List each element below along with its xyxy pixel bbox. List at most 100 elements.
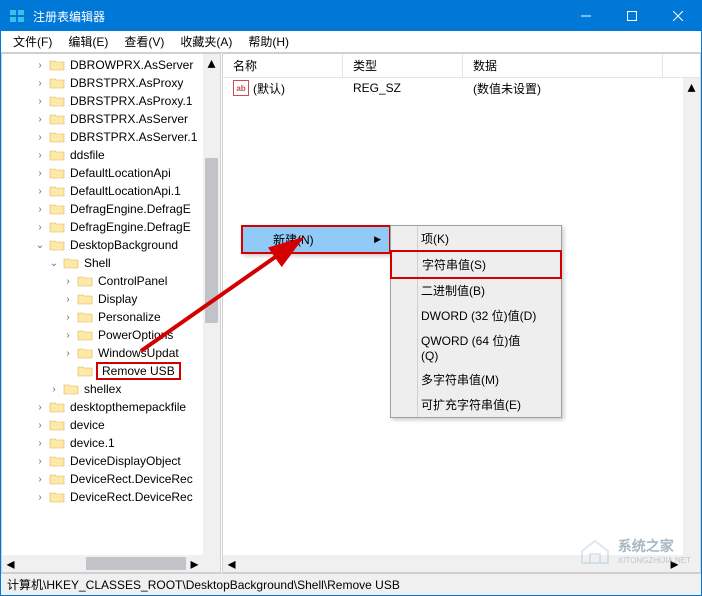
col-name[interactable]: 名称	[223, 53, 343, 78]
tree-item[interactable]: › DBRSTPRX.AsServer.1	[2, 128, 203, 146]
context-menu[interactable]: 新建(N) ▶	[241, 225, 391, 254]
context-submenu-item[interactable]: DWORD (32 位)值(D)	[391, 303, 561, 328]
scroll-up-icon[interactable]: ▴	[203, 54, 220, 71]
tree-item[interactable]: ›DBROWPRX.AsServer	[2, 56, 203, 74]
tree-item[interactable]: ›DefaultLocationApi.1	[2, 182, 203, 200]
folder-icon	[49, 472, 65, 486]
expand-closed-icon[interactable]: ›	[34, 492, 46, 503]
tree-hscrollbar[interactable]: ◂ ▸	[2, 555, 203, 572]
folder-icon	[49, 220, 65, 234]
scroll-left-icon[interactable]: ◂	[2, 555, 19, 572]
menu-help[interactable]: 帮助(H)	[240, 31, 297, 52]
tree-item[interactable]: ⌄DesktopBackground	[2, 236, 203, 254]
context-submenu-item[interactable]: 多字符串值(M)	[391, 367, 561, 392]
context-submenu-item[interactable]: 字符串值(S)	[390, 250, 562, 279]
menu-view[interactable]: 查看(V)	[116, 31, 172, 52]
folder-icon	[49, 112, 65, 126]
scroll-up-icon[interactable]: ▴	[683, 78, 700, 95]
scroll-corner	[203, 555, 220, 572]
string-value-icon: ab	[233, 80, 249, 96]
folder-icon	[49, 184, 65, 198]
context-submenu[interactable]: 项(K) 字符串值(S) 二进制值(B) DWORD (32 位)值(D) QWORD …	[390, 225, 562, 418]
expand-closed-icon[interactable]: ›	[34, 168, 46, 179]
tree-item-label: DefragEngine.DefragE	[68, 220, 193, 234]
expand-closed-icon[interactable]: ›	[62, 276, 74, 287]
tree-item-label: DBRSTPRX.AsServer.1	[68, 130, 199, 144]
registry-tree[interactable]: ›DBROWPRX.AsServer›DBRSTPRX.AsProxy›DBRS…	[2, 54, 220, 523]
expand-closed-icon[interactable]: ›	[34, 222, 46, 233]
folder-icon	[63, 382, 79, 396]
menu-file[interactable]: 文件(F)	[5, 31, 60, 52]
expand-closed-icon[interactable]: ›	[34, 96, 46, 107]
folder-icon	[49, 202, 65, 216]
tree-item[interactable]: ›ddsfile	[2, 146, 203, 164]
expand-closed-icon[interactable]: ›	[34, 204, 46, 215]
value-row[interactable]: ab(默认)REG_SZ(数值未设置)	[223, 78, 683, 98]
expand-closed-icon[interactable]: ›	[34, 78, 46, 89]
scroll-right-icon[interactable]: ▸	[186, 555, 203, 572]
expand-open-icon[interactable]: ⌄	[34, 240, 46, 251]
context-submenu-label: 项(K)	[421, 230, 449, 247]
scroll-left-icon[interactable]: ◂	[223, 555, 240, 572]
expand-closed-icon[interactable]: ›	[34, 474, 46, 485]
expand-closed-icon[interactable]: ›	[62, 294, 74, 305]
tree-item[interactable]: ›DefaultLocationApi	[2, 164, 203, 182]
maximize-button[interactable]	[609, 1, 655, 31]
context-submenu-label: 二进制值(B)	[421, 282, 485, 299]
col-type[interactable]: 类型	[343, 53, 463, 78]
tree-item[interactable]: Remove USB	[2, 362, 203, 380]
context-menu-new[interactable]: 新建(N) ▶	[241, 225, 391, 254]
menu-edit[interactable]: 编辑(E)	[60, 31, 116, 52]
values-vscrollbar[interactable]: ▴ ▾	[683, 78, 700, 572]
window-title: 注册表编辑器	[33, 8, 563, 25]
expand-closed-icon[interactable]: ›	[48, 384, 60, 395]
tree-item[interactable]: ›device.1	[2, 434, 203, 452]
tree-item[interactable]: ›DBRSTPRX.AsProxy.1	[2, 92, 203, 110]
tree-item[interactable]: ›desktopthemepackfile	[2, 398, 203, 416]
close-button[interactable]	[655, 1, 701, 31]
menu-favorites[interactable]: 收藏夹(A)	[172, 31, 240, 52]
expand-closed-icon[interactable]: ›	[34, 60, 46, 71]
tree-item[interactable]: › DBRSTPRX.AsServer	[2, 110, 203, 128]
expand-closed-icon[interactable]: ›	[62, 312, 74, 323]
tree-item[interactable]: › DeviceRect.DeviceRec	[2, 488, 203, 506]
tree-item[interactable]: ›DeviceRect.DeviceRec	[2, 470, 203, 488]
tree-item[interactable]: ›DefragEngine.DefragE	[2, 200, 203, 218]
expand-closed-icon[interactable]: ›	[34, 402, 46, 413]
context-submenu-item[interactable]: 可扩充字符串值(E)	[391, 392, 561, 417]
tree-item[interactable]: ›DBRSTPRX.AsProxy	[2, 74, 203, 92]
tree-item[interactable]: ⌄Shell	[2, 254, 203, 272]
expand-closed-icon[interactable]: ›	[34, 186, 46, 197]
tree-item[interactable]: ›WindowsUpdat	[2, 344, 203, 362]
expand-closed-icon[interactable]: ›	[34, 150, 46, 161]
tree-item-label: DBRSTPRX.AsServer	[68, 112, 190, 126]
tree-item[interactable]: ›DeviceDisplayObject	[2, 452, 203, 470]
expand-closed-icon[interactable]: ›	[34, 132, 46, 143]
context-submenu-item[interactable]: 项(K)	[391, 226, 561, 251]
expand-closed-icon[interactable]: ›	[34, 420, 46, 431]
expand-open-icon[interactable]: ⌄	[48, 258, 60, 269]
tree-item[interactable]: ›device	[2, 416, 203, 434]
tree-item[interactable]: › DefragEngine.DefragE	[2, 218, 203, 236]
tree-item-label: Personalize	[96, 310, 163, 324]
expand-closed-icon[interactable]: ›	[62, 330, 74, 341]
tree-item[interactable]: ›PowerOptions	[2, 326, 203, 344]
values-list[interactable]: ab(默认)REG_SZ(数值未设置)	[223, 78, 700, 115]
expand-closed-icon[interactable]: ›	[62, 348, 74, 359]
tree-item-label: DeviceRect.DeviceRec	[68, 490, 195, 504]
tree-item[interactable]: ›ControlPanel	[2, 272, 203, 290]
value-data: (数值未设置)	[463, 80, 663, 97]
context-submenu-item[interactable]: 二进制值(B)	[391, 278, 561, 303]
tree-item[interactable]: › Personalize	[2, 308, 203, 326]
tree-item[interactable]: ›shellex	[2, 380, 203, 398]
context-submenu-item[interactable]: QWORD (64 位)值(Q)	[391, 328, 561, 367]
expand-closed-icon[interactable]: ›	[34, 438, 46, 449]
tree-vscrollbar[interactable]: ▴ ▾	[203, 54, 220, 572]
minimize-button[interactable]	[563, 1, 609, 31]
expand-closed-icon[interactable]: ›	[34, 114, 46, 125]
col-data[interactable]: 数据	[463, 53, 663, 78]
tree-item[interactable]: ›Display	[2, 290, 203, 308]
expand-closed-icon[interactable]: ›	[34, 456, 46, 467]
folder-icon	[49, 400, 65, 414]
context-submenu-label: DWORD (32 位)值(D)	[421, 307, 536, 324]
